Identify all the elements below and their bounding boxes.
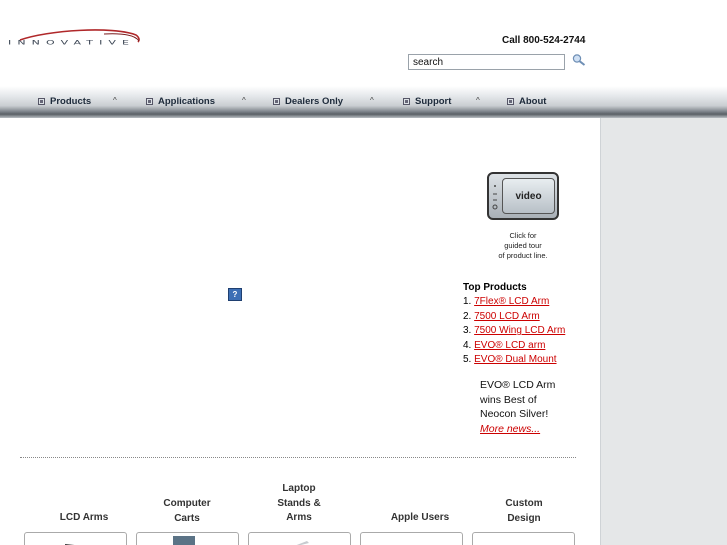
list-number: 4. bbox=[463, 339, 472, 351]
category-label: Apple Users bbox=[390, 512, 450, 523]
list-item: 4. EVO® LCD arm bbox=[463, 339, 565, 354]
nav-separator: ^ bbox=[476, 96, 480, 105]
nav-bullet-icon bbox=[146, 98, 153, 105]
category-laptop-stands[interactable]: Laptop Stands & Arms bbox=[249, 482, 349, 525]
category-label: Design bbox=[507, 512, 541, 524]
nav-dealers-only-label: Dealers Only bbox=[285, 96, 344, 107]
category-label: Stands & bbox=[277, 497, 321, 509]
category-thumb-lcd-arms[interactable] bbox=[24, 532, 127, 545]
nav-bullet-icon bbox=[507, 98, 514, 105]
search-input[interactable] bbox=[408, 54, 565, 70]
logo-text: INNOVATIVE bbox=[8, 39, 136, 47]
list-item: 3. 7500 Wing LCD Arm bbox=[463, 324, 565, 339]
category-apple-users[interactable]: Apple Users bbox=[370, 511, 470, 525]
product-link[interactable]: 7500 Wing LCD Arm bbox=[474, 325, 565, 336]
product-link[interactable]: 7500 LCD Arm bbox=[474, 311, 540, 322]
top-products-title: Top Products bbox=[463, 282, 527, 293]
category-thumb-laptop-stands[interactable] bbox=[248, 532, 351, 545]
list-number: 3. bbox=[463, 325, 472, 337]
main-navbar: Products ^ Applications ^ Dealers Only ^… bbox=[0, 86, 727, 118]
nav-dealers-only[interactable]: Dealers Only bbox=[273, 96, 343, 107]
nav-applications[interactable]: Applications bbox=[146, 96, 215, 107]
video-button[interactable]: video bbox=[487, 172, 559, 220]
nav-separator: ^ bbox=[113, 96, 117, 105]
video-caption[interactable]: Click for guided tour of product line. bbox=[480, 231, 566, 261]
category-label: Arms bbox=[286, 512, 312, 524]
nav-bullet-icon bbox=[38, 98, 45, 105]
broken-image-icon: ? bbox=[228, 288, 242, 301]
more-news-link[interactable]: More news... bbox=[480, 423, 540, 435]
list-number: 5. bbox=[463, 354, 472, 366]
section-divider bbox=[20, 457, 576, 458]
category-thumb-computer-carts[interactable] bbox=[136, 532, 239, 545]
list-item: 5. EVO® Dual Mount bbox=[463, 353, 565, 368]
category-label: Custom bbox=[505, 498, 543, 509]
list-number: 2. bbox=[463, 310, 472, 322]
nav-separator: ^ bbox=[242, 96, 246, 105]
nav-products[interactable]: Products bbox=[38, 96, 91, 107]
nav-bullet-icon bbox=[403, 98, 410, 105]
nav-separator: ^ bbox=[370, 96, 374, 105]
video-label: video bbox=[502, 178, 555, 214]
product-link[interactable]: EVO® LCD arm bbox=[474, 340, 545, 351]
category-lcd-arms[interactable]: LCD Arms bbox=[34, 511, 134, 525]
video-caption-line: guided tour bbox=[504, 241, 542, 250]
news-text: EVO® LCD Arm wins Best of Neocon Silver! bbox=[480, 379, 556, 421]
nav-about-label: About bbox=[519, 96, 547, 107]
video-controls-icon bbox=[492, 185, 498, 210]
category-thumb-custom-design[interactable] bbox=[472, 532, 575, 545]
nav-about[interactable]: About bbox=[507, 96, 546, 107]
category-thumb-apple-users[interactable] bbox=[360, 532, 463, 545]
video-caption-line: of product line. bbox=[498, 251, 548, 260]
list-number: 1. bbox=[463, 296, 472, 307]
category-label: Computer bbox=[163, 498, 211, 509]
category-computer-carts[interactable]: Computer Carts bbox=[137, 497, 237, 525]
lcd-arm-thumbnail bbox=[65, 544, 75, 545]
news-blurb: EVO® LCD Arm wins Best of Neocon Silver!… bbox=[480, 378, 560, 436]
nav-support[interactable]: Support bbox=[403, 96, 451, 107]
category-label: Laptop bbox=[282, 483, 316, 494]
nav-support-label: Support bbox=[415, 96, 452, 107]
right-sidebar-panel bbox=[600, 118, 727, 545]
category-label: LCD Arms bbox=[59, 512, 109, 523]
product-link[interactable]: EVO® Dual Mount bbox=[474, 354, 556, 365]
nav-bullet-icon bbox=[273, 98, 280, 105]
list-item: 2. 7500 LCD Arm bbox=[463, 310, 565, 325]
innovative-logo[interactable]: INNOVATIVE bbox=[8, 27, 174, 57]
phone-number: Call 800-524-2744 bbox=[502, 35, 586, 46]
product-link[interactable]: 7Flex® LCD Arm bbox=[474, 296, 549, 307]
nav-products-label: Products bbox=[50, 96, 92, 107]
search-icon[interactable] bbox=[571, 53, 587, 67]
laptop-stand-thumbnail bbox=[296, 541, 309, 545]
category-custom-design[interactable]: Custom Design bbox=[474, 497, 574, 525]
nav-applications-label: Applications bbox=[158, 96, 216, 107]
top-products-list: 1. 7Flex® LCD Arm 2. 7500 LCD Arm 3. 750… bbox=[463, 295, 565, 368]
computer-cart-thumbnail bbox=[173, 536, 195, 545]
category-label: Carts bbox=[174, 512, 200, 524]
list-item: 1. 7Flex® LCD Arm bbox=[463, 295, 565, 310]
video-caption-line: Click for bbox=[509, 231, 537, 240]
